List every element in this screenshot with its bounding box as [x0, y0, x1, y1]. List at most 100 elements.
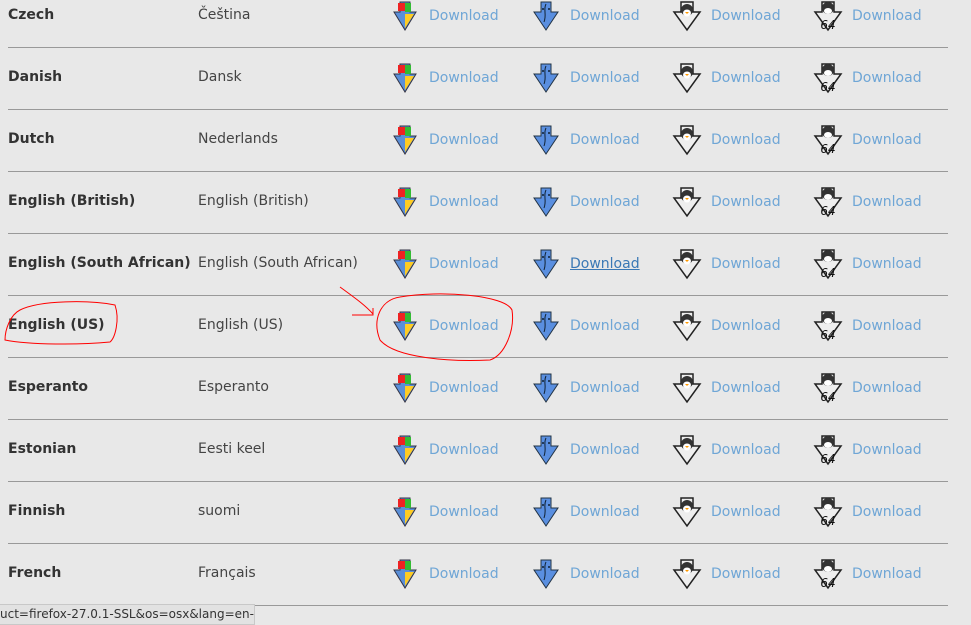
download-link-linux[interactable]: Download	[711, 318, 781, 334]
download-linux[interactable]: Download	[670, 0, 781, 32]
download-link-linux64[interactable]: Download	[852, 256, 922, 272]
windows-download-icon[interactable]	[388, 124, 421, 156]
linux64-download-icon[interactable]: 64	[811, 434, 844, 466]
download-mac[interactable]: Download	[529, 0, 640, 32]
download-link-mac[interactable]: Download	[570, 70, 640, 86]
linux64-download-icon[interactable]: 64	[811, 186, 844, 218]
download-linux64[interactable]: 64 Download	[811, 372, 922, 404]
download-linux64[interactable]: 64 Download	[811, 434, 922, 466]
mac-download-icon[interactable]	[529, 558, 562, 590]
download-link-linux[interactable]: Download	[711, 256, 781, 272]
mac-download-icon[interactable]	[529, 434, 562, 466]
mac-download-icon[interactable]	[529, 0, 562, 32]
linux-download-icon[interactable]	[670, 372, 703, 404]
download-windows[interactable]: Download	[388, 124, 499, 156]
download-windows[interactable]: Download	[388, 186, 499, 218]
download-link-linux[interactable]: Download	[711, 504, 781, 520]
linux-download-icon[interactable]	[670, 496, 703, 528]
download-mac[interactable]: Download	[529, 124, 640, 156]
download-link-linux64[interactable]: Download	[852, 380, 922, 396]
download-linux64[interactable]: 64 Download	[811, 0, 922, 32]
download-link-mac[interactable]: Download	[570, 132, 640, 148]
download-linux[interactable]: Download	[670, 434, 781, 466]
linux64-download-icon[interactable]: 64	[811, 124, 844, 156]
download-linux64[interactable]: 64 Download	[811, 558, 922, 590]
download-link-mac[interactable]: Download	[570, 566, 640, 582]
download-linux64[interactable]: 64 Download	[811, 310, 922, 342]
download-mac[interactable]: Download	[529, 558, 640, 590]
download-link-windows[interactable]: Download	[429, 256, 499, 272]
download-linux[interactable]: Download	[670, 186, 781, 218]
mac-download-icon[interactable]	[529, 310, 562, 342]
download-link-linux[interactable]: Download	[711, 8, 781, 24]
download-mac[interactable]: Download	[529, 186, 640, 218]
download-link-windows[interactable]: Download	[429, 380, 499, 396]
windows-download-icon[interactable]	[388, 186, 421, 218]
download-windows[interactable]: Download	[388, 62, 499, 94]
download-mac[interactable]: Download	[529, 496, 640, 528]
download-link-linux[interactable]: Download	[711, 566, 781, 582]
download-link-windows[interactable]: Download	[429, 70, 499, 86]
download-mac[interactable]: Download	[529, 434, 640, 466]
download-link-linux64[interactable]: Download	[852, 504, 922, 520]
download-link-linux64[interactable]: Download	[852, 194, 922, 210]
mac-download-icon[interactable]	[529, 372, 562, 404]
download-linux[interactable]: Download	[670, 496, 781, 528]
download-link-mac[interactable]: Download	[570, 504, 640, 520]
windows-download-icon[interactable]	[388, 372, 421, 404]
download-windows[interactable]: Download	[388, 248, 499, 280]
windows-download-icon[interactable]	[388, 62, 421, 94]
download-mac[interactable]: Download	[529, 372, 640, 404]
linux-download-icon[interactable]	[670, 434, 703, 466]
download-link-mac[interactable]: Download	[570, 256, 640, 272]
download-mac[interactable]: Download	[529, 248, 640, 280]
download-linux[interactable]: Download	[670, 62, 781, 94]
download-windows[interactable]: Download	[388, 0, 499, 32]
linux64-download-icon[interactable]: 64	[811, 558, 844, 590]
download-link-linux[interactable]: Download	[711, 380, 781, 396]
download-link-mac[interactable]: Download	[570, 380, 640, 396]
linux64-download-icon[interactable]: 64	[811, 372, 844, 404]
download-link-mac[interactable]: Download	[570, 442, 640, 458]
download-windows[interactable]: Download	[388, 434, 499, 466]
download-link-mac[interactable]: Download	[570, 194, 640, 210]
download-mac[interactable]: Download	[529, 310, 640, 342]
download-linux[interactable]: Download	[670, 248, 781, 280]
download-link-windows[interactable]: Download	[429, 442, 499, 458]
linux-download-icon[interactable]	[670, 186, 703, 218]
linux64-download-icon[interactable]: 64	[811, 62, 844, 94]
linux-download-icon[interactable]	[670, 310, 703, 342]
mac-download-icon[interactable]	[529, 186, 562, 218]
mac-download-icon[interactable]	[529, 124, 562, 156]
download-windows[interactable]: Download	[388, 558, 499, 590]
download-windows[interactable]: Download	[388, 372, 499, 404]
download-linux[interactable]: Download	[670, 310, 781, 342]
download-linux64[interactable]: 64 Download	[811, 496, 922, 528]
download-link-linux64[interactable]: Download	[852, 132, 922, 148]
linux-download-icon[interactable]	[670, 62, 703, 94]
download-link-windows[interactable]: Download	[429, 566, 499, 582]
windows-download-icon[interactable]	[388, 434, 421, 466]
mac-download-icon[interactable]	[529, 62, 562, 94]
linux-download-icon[interactable]	[670, 0, 703, 32]
download-link-windows[interactable]: Download	[429, 504, 499, 520]
mac-download-icon[interactable]	[529, 496, 562, 528]
linux64-download-icon[interactable]: 64	[811, 310, 844, 342]
windows-download-icon[interactable]	[388, 248, 421, 280]
linux64-download-icon[interactable]: 64	[811, 496, 844, 528]
mac-download-icon[interactable]	[529, 248, 562, 280]
download-linux[interactable]: Download	[670, 124, 781, 156]
download-linux64[interactable]: 64 Download	[811, 124, 922, 156]
download-windows[interactable]: Download	[388, 496, 499, 528]
download-link-linux64[interactable]: Download	[852, 566, 922, 582]
linux-download-icon[interactable]	[670, 558, 703, 590]
download-link-windows[interactable]: Download	[429, 8, 499, 24]
download-windows[interactable]: Download	[388, 310, 499, 342]
download-linux64[interactable]: 64 Download	[811, 248, 922, 280]
windows-download-icon[interactable]	[388, 310, 421, 342]
download-link-linux64[interactable]: Download	[852, 442, 922, 458]
download-mac[interactable]: Download	[529, 62, 640, 94]
download-link-linux[interactable]: Download	[711, 194, 781, 210]
linux64-download-icon[interactable]: 64	[811, 248, 844, 280]
download-link-mac[interactable]: Download	[570, 318, 640, 334]
